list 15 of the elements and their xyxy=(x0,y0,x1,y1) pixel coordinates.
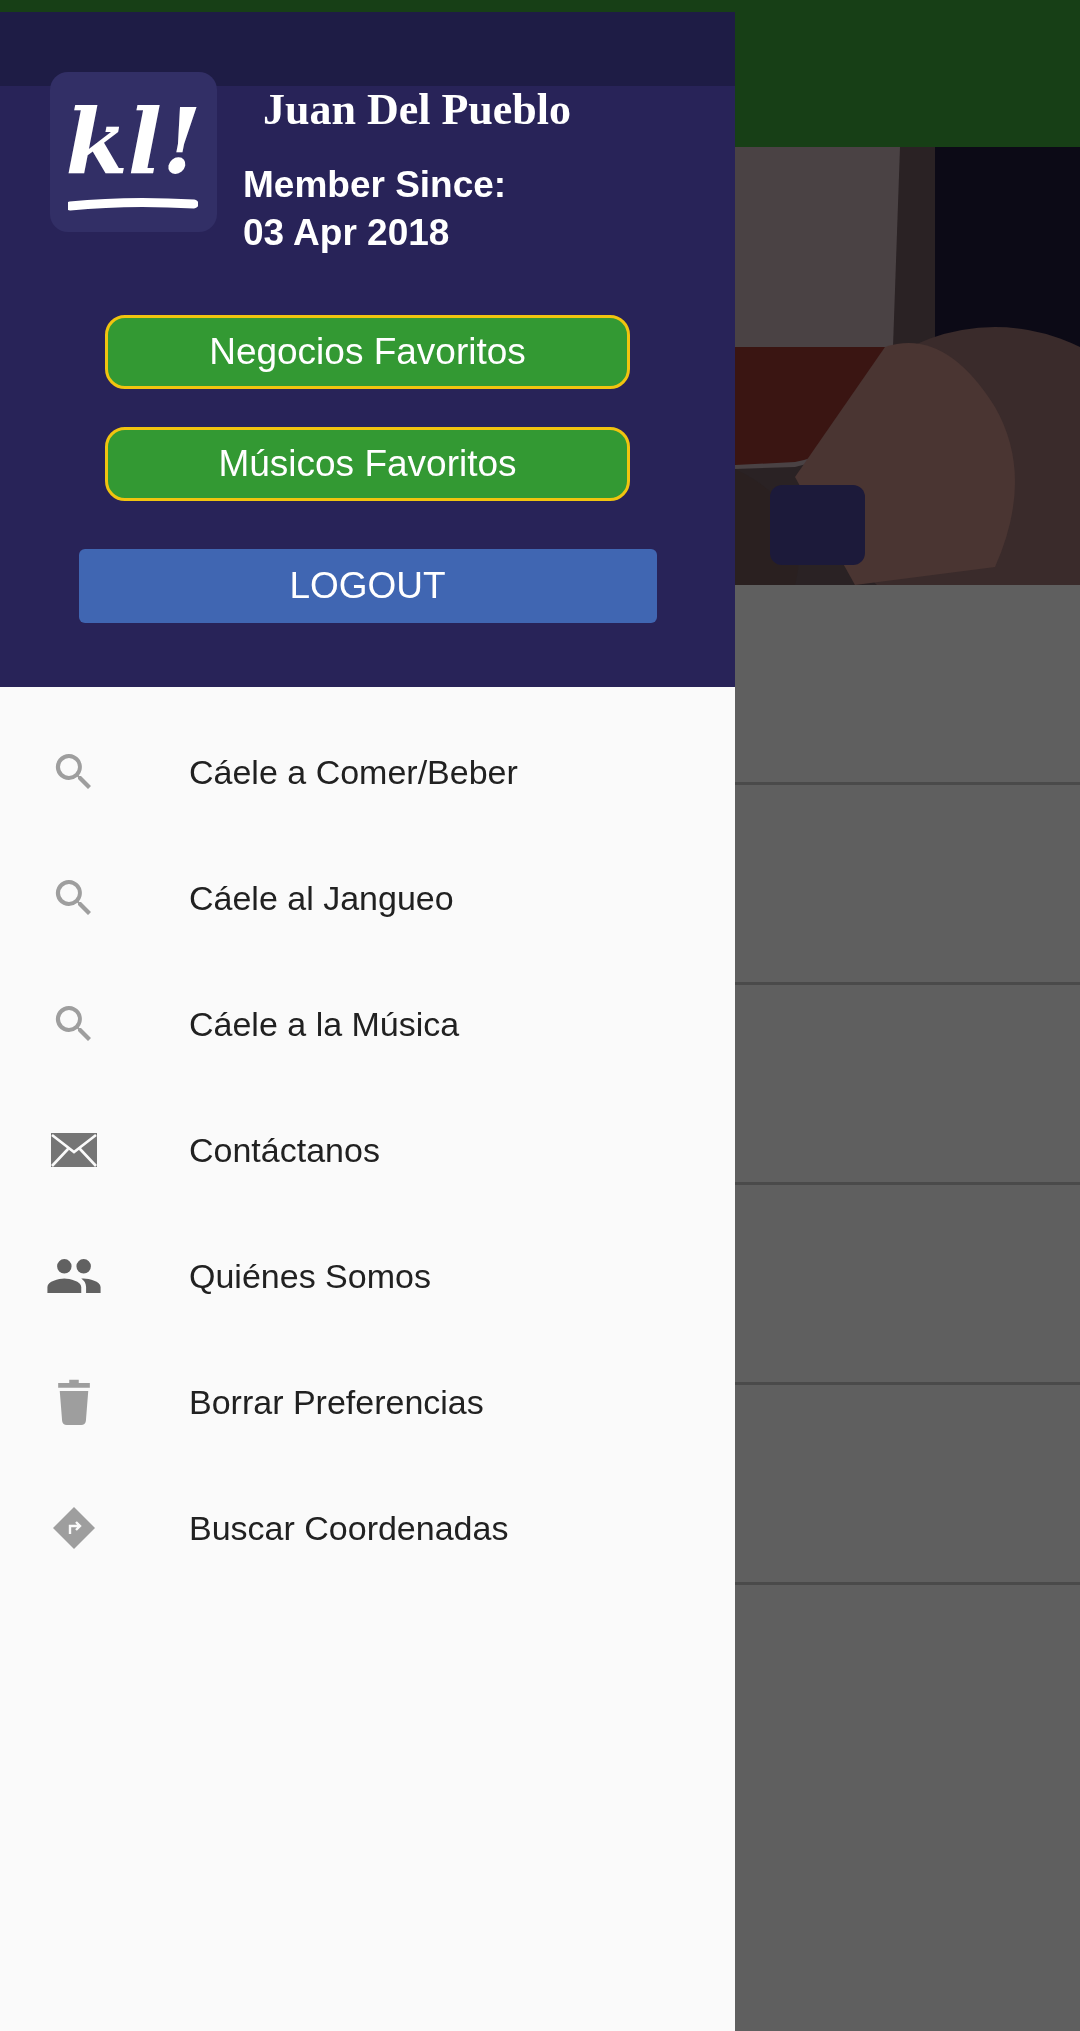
member-since-date: 03 Apr 2018 xyxy=(243,211,451,255)
logout-button[interactable]: LOGOUT xyxy=(78,549,657,623)
menu-item[interactable]: Cáele al Jangueo xyxy=(0,835,735,961)
menu-item[interactable]: Borrar Preferencias xyxy=(0,1339,735,1465)
menu-item[interactable]: Cáele a Comer/Beber xyxy=(0,709,735,835)
menu-item[interactable]: Quiénes Somos xyxy=(0,1213,735,1339)
favorites-button[interactable]: Músicos Favoritos xyxy=(105,427,630,501)
menu-item[interactable]: Contáctanos xyxy=(0,1087,735,1213)
menu-item[interactable]: Buscar Coordenadas xyxy=(0,1465,735,1591)
envelope-icon xyxy=(48,1132,99,1168)
menu-item[interactable]: Cáele a la Música xyxy=(0,961,735,1087)
app-logo: kl! xyxy=(50,72,217,232)
member-since-label: Member Since: xyxy=(243,163,508,207)
user-name: Juan Del Pueblo xyxy=(263,84,572,135)
favorites-button[interactable]: Negocios Favoritos xyxy=(105,315,630,389)
